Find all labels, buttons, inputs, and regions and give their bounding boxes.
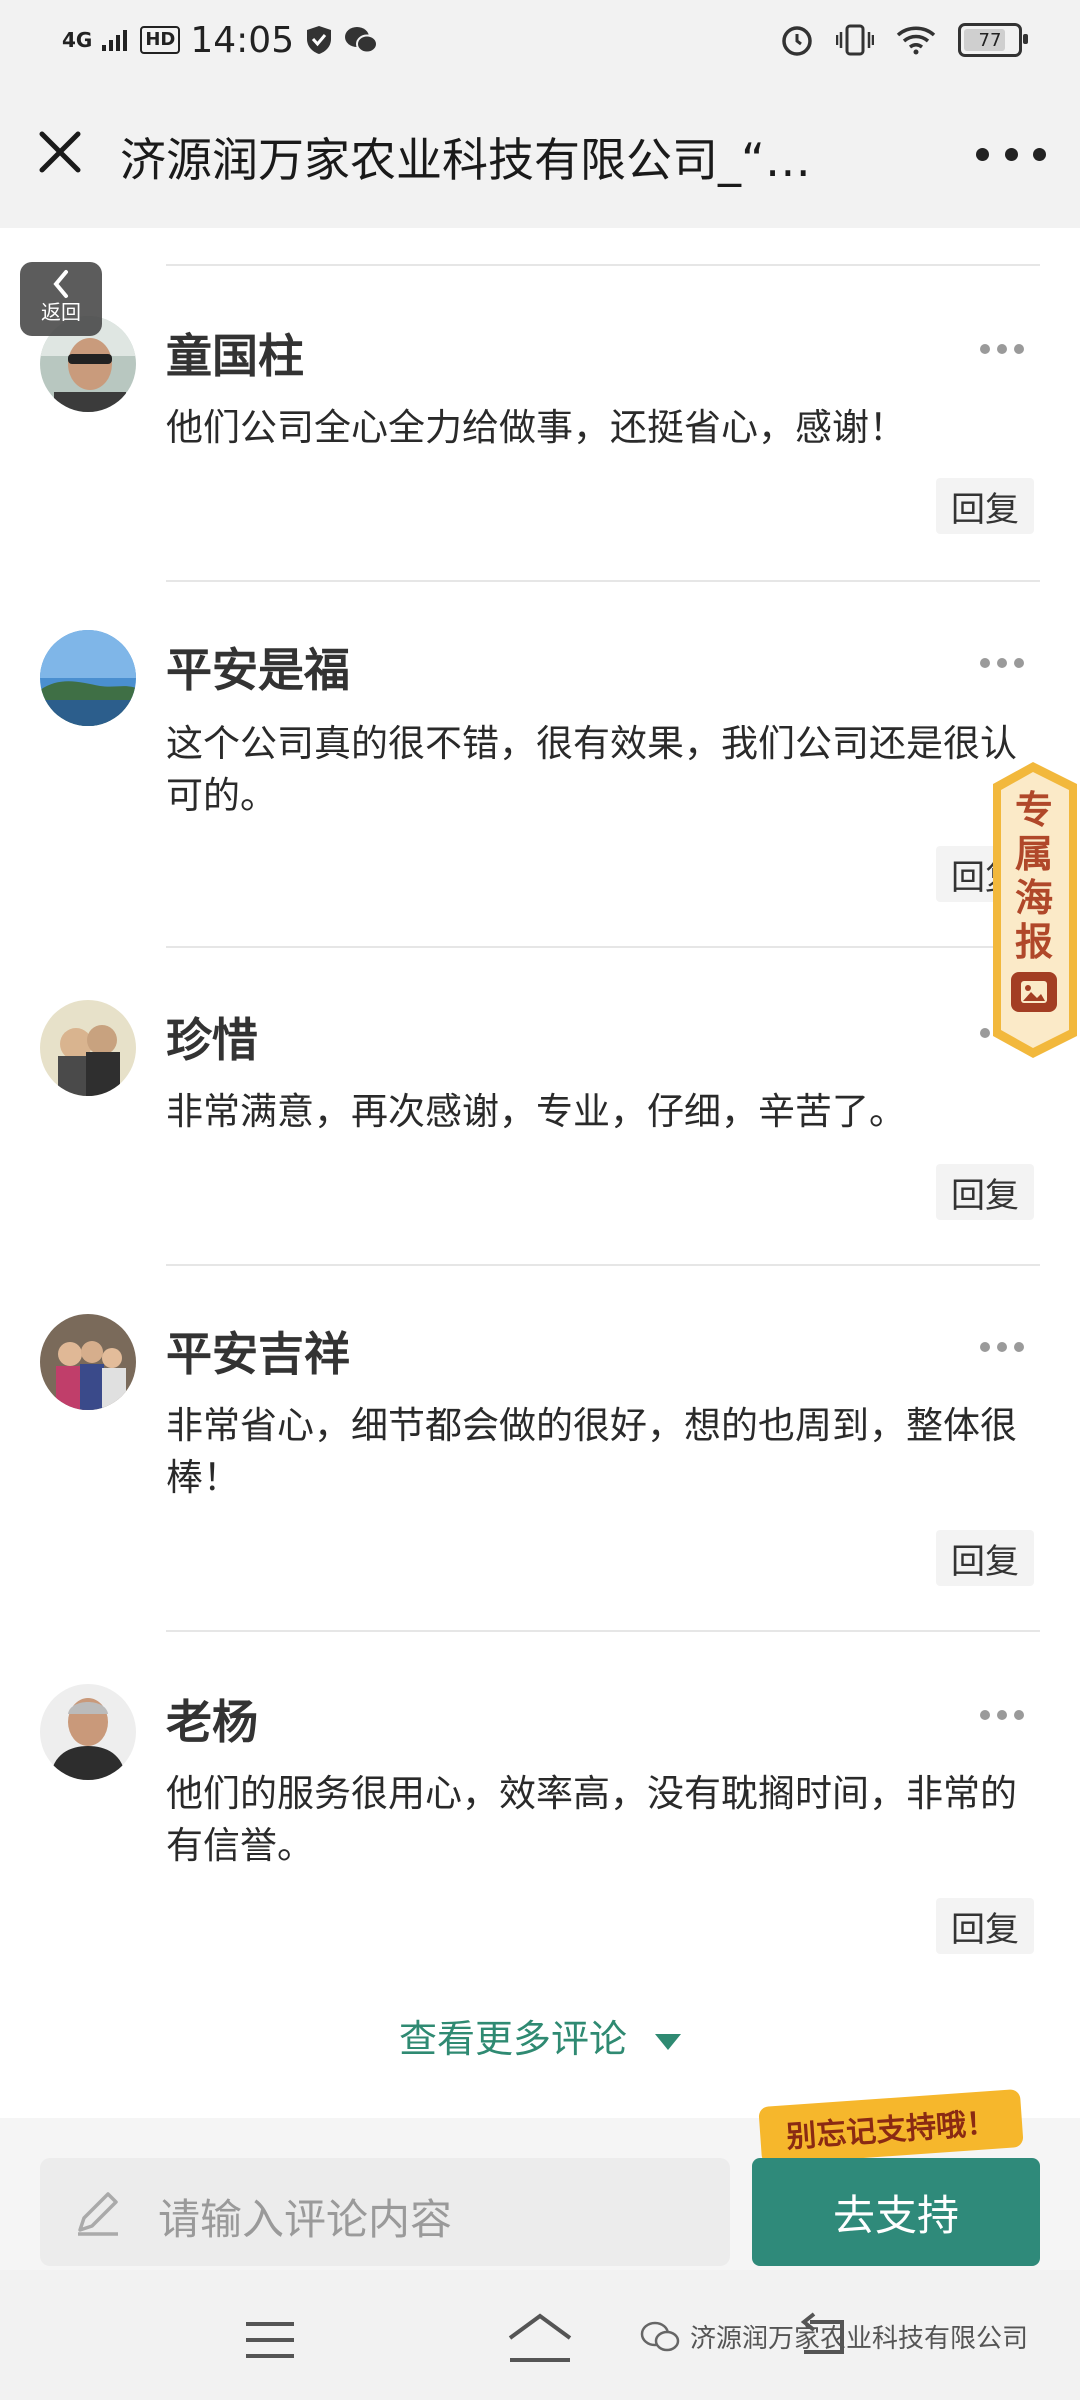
- divider: [166, 946, 1040, 948]
- wechat-icon: [640, 2321, 680, 2351]
- menu-icon[interactable]: [244, 2318, 296, 2362]
- back-label: 返回: [41, 300, 81, 324]
- watermark: 济源润万家农业科技有限公司: [640, 2318, 1028, 2355]
- watermark-text: 济源润万家农业科技有限公司: [690, 2324, 1029, 2354]
- avatar[interactable]: [40, 1684, 136, 1780]
- status-bar: 4G HD 14:05 77: [0, 0, 1080, 80]
- system-navigation-bar: 济源润万家农业科技有限公司: [0, 2270, 1080, 2400]
- divider: [166, 264, 1040, 266]
- avatar[interactable]: [40, 1314, 136, 1410]
- shield-icon: [307, 26, 332, 54]
- poster-tab[interactable]: 专属海报: [985, 760, 1080, 1060]
- commenter-name: 童国柱: [166, 329, 304, 383]
- home-icon[interactable]: [504, 2310, 576, 2366]
- alarm-icon: [782, 26, 812, 56]
- battery-icon: 77: [958, 23, 1028, 57]
- comment-text: 他们的服务很用心，效率高，没有耽搁时间，非常的有信誉。: [166, 1772, 1017, 1867]
- comment-text: 非常省心，细节都会做的很好，想的也周到，整体很棒！: [166, 1404, 1017, 1499]
- comment-more-icon[interactable]: [980, 1710, 1024, 1722]
- triangle-down-icon: [655, 2033, 681, 2050]
- signal-indicator: 4G: [62, 28, 93, 52]
- vibrate-icon: [836, 24, 874, 56]
- hd-icon: HD: [140, 26, 181, 54]
- reply-button[interactable]: 回复: [936, 478, 1034, 534]
- commenter-name: 平安是福: [166, 643, 350, 697]
- battery-level: 77: [978, 29, 1002, 51]
- close-icon[interactable]: [30, 122, 90, 182]
- view-more-label: 查看更多评论: [398, 2017, 627, 2061]
- divider: [166, 1264, 1040, 1266]
- comment-more-icon[interactable]: [980, 1342, 1024, 1354]
- commenter-name: 珍惜: [166, 1013, 258, 1067]
- avatar[interactable]: [40, 1000, 136, 1096]
- comment-more-icon[interactable]: [980, 344, 1024, 356]
- comment-text: 非常满意，再次感谢，专业，仔细，辛苦了。: [166, 1090, 906, 1133]
- comments-list: 童国柱 他们公司全心全力给做事，还挺省心，感谢！ 回复 平安是福 这个公司真的很…: [0, 228, 1080, 2118]
- avatar[interactable]: [40, 630, 136, 726]
- divider: [166, 580, 1040, 582]
- title-bar: 济源润万家农业科技有限公司_“…: [0, 80, 1080, 228]
- chevron-left-icon: [53, 270, 68, 298]
- comment-placeholder: 请输入评论内容: [158, 2195, 453, 2244]
- page-title: 济源润万家农业科技有限公司_“…: [120, 133, 811, 187]
- signal-bars-icon: [102, 30, 128, 51]
- reply-button[interactable]: 回复: [936, 1898, 1034, 1954]
- image-icon: [1011, 972, 1057, 1012]
- reply-button[interactable]: 回复: [936, 1530, 1034, 1586]
- comment-text: 他们公司全心全力给做事，还挺省心，感谢！: [166, 406, 906, 449]
- pencil-icon: [78, 2192, 118, 2236]
- wechat-icon: [345, 27, 379, 54]
- commenter-name: 平安吉祥: [166, 1327, 350, 1381]
- comment-text: 这个公司真的很不错，很有效果，我们公司还是很认可的。: [166, 722, 1017, 817]
- clock: 14:05: [190, 19, 295, 61]
- back-button[interactable]: 返回: [20, 262, 102, 336]
- commenter-name: 老杨: [166, 1695, 258, 1749]
- comment-more-icon[interactable]: [980, 658, 1024, 670]
- support-button[interactable]: 去支持: [752, 2158, 1040, 2266]
- reply-button[interactable]: 回复: [936, 1164, 1034, 1220]
- poster-label: 专属海报: [1014, 788, 1053, 964]
- comment-input-bar: 别忘记支持哦！ 请输入评论内容 去支持: [0, 2088, 1080, 2270]
- wifi-icon: [896, 26, 936, 55]
- view-more-comments-link[interactable]: 查看更多评论: [0, 2008, 1080, 2063]
- more-options-icon[interactable]: [976, 144, 1046, 164]
- comment-input[interactable]: 请输入评论内容: [40, 2158, 730, 2266]
- divider: [166, 1630, 1040, 1632]
